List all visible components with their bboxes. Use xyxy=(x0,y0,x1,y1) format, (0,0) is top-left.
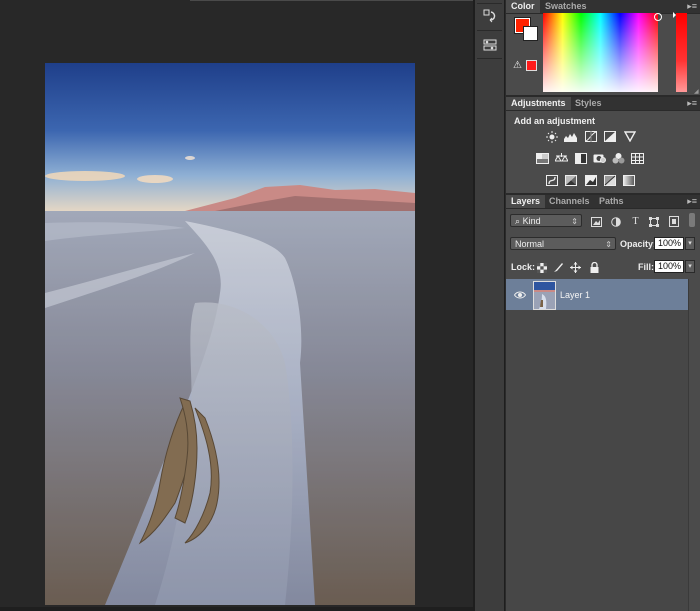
filter-type-layers-icon[interactable]: T xyxy=(630,216,641,227)
chevron-updown-icon: ⇕ xyxy=(571,217,578,226)
web-safe-color-swatch[interactable] xyxy=(526,60,537,71)
tab-adjustments[interactable]: Adjustments xyxy=(506,97,571,110)
document-canvas-area[interactable] xyxy=(0,0,473,611)
channel-mixer-icon[interactable] xyxy=(612,153,625,164)
layers-panel-tabs: Layers Channels Paths ▸≡ xyxy=(506,195,700,209)
gradient-map-icon[interactable] xyxy=(622,175,635,186)
exposure-icon[interactable] xyxy=(603,131,616,142)
curves-icon[interactable] xyxy=(584,131,597,142)
tab-swatches[interactable]: Swatches xyxy=(540,0,592,13)
strip-divider xyxy=(477,3,502,4)
right-panel-dock: Color Swatches ▸≡ ⚠ ◢ Adjustments Styles… xyxy=(506,0,700,611)
eye-icon[interactable] xyxy=(513,290,527,300)
hue-saturation-icon[interactable] xyxy=(536,153,549,164)
lock-position-icon[interactable] xyxy=(570,262,581,273)
search-icon: ⌕ xyxy=(515,216,521,226)
filter-toggle-switch[interactable] xyxy=(689,213,695,227)
color-slider[interactable] xyxy=(676,13,687,92)
strip-divider xyxy=(477,58,502,59)
layers-scrollbar[interactable] xyxy=(688,279,700,611)
selective-color-icon[interactable] xyxy=(603,175,616,186)
tab-color[interactable]: Color xyxy=(506,0,540,13)
tab-paths[interactable]: Paths xyxy=(594,195,629,208)
blend-mode-value: Normal xyxy=(515,239,545,249)
background-color-swatch[interactable] xyxy=(523,26,538,41)
chevron-updown-icon: ⇕ xyxy=(605,240,612,249)
color-picker-marker[interactable] xyxy=(654,13,662,21)
brightness-contrast-icon[interactable] xyxy=(545,130,558,143)
lock-label: Lock: xyxy=(511,262,536,272)
layers-list[interactable] xyxy=(506,279,688,611)
color-panel-tabs: Color Swatches ▸≡ xyxy=(506,0,700,14)
filter-pixel-layers-icon[interactable] xyxy=(591,216,602,227)
adjustments-panel-tabs: Adjustments Styles ▸≡ xyxy=(506,97,700,111)
vibrance-icon[interactable] xyxy=(623,131,636,142)
tab-channels[interactable]: Channels xyxy=(544,195,595,208)
threshold-icon[interactable] xyxy=(584,175,597,186)
color-lookup-icon[interactable] xyxy=(631,153,644,164)
posterize-icon[interactable] xyxy=(564,175,577,186)
properties-icon[interactable] xyxy=(479,35,501,55)
panel-menu-icon[interactable]: ▸≡ xyxy=(687,98,697,109)
photo-filter-icon[interactable] xyxy=(593,153,606,164)
layer-filter-kind-select[interactable]: ⌕ Kind ⇕ xyxy=(510,214,582,227)
layer-name[interactable]: Layer 1 xyxy=(560,290,590,300)
filter-kind-label: Kind xyxy=(522,216,541,226)
adjustments-title: Add an adjustment xyxy=(514,116,596,126)
canvas-top-edge xyxy=(190,0,473,1)
filter-shape-layers-icon[interactable] xyxy=(648,216,659,227)
photo-render xyxy=(45,63,415,605)
lock-transparent-pixels-icon[interactable] xyxy=(536,262,547,273)
history-icon[interactable] xyxy=(479,6,501,26)
opacity-input[interactable]: 100% xyxy=(654,237,684,250)
lock-image-pixels-icon[interactable] xyxy=(553,262,564,273)
black-white-icon[interactable] xyxy=(574,153,587,164)
strip-divider xyxy=(477,30,502,31)
levels-icon[interactable] xyxy=(564,131,577,142)
tab-layers[interactable]: Layers xyxy=(506,195,546,208)
gamut-warning-icon[interactable]: ⚠ xyxy=(513,60,522,71)
opacity-label: Opacity: xyxy=(620,239,657,249)
resize-grip-icon[interactable]: ◢ xyxy=(694,88,699,95)
invert-icon[interactable] xyxy=(545,175,558,186)
lock-all-icon[interactable] xyxy=(589,262,600,273)
fill-label: Fill: xyxy=(638,262,654,272)
color-balance-icon[interactable] xyxy=(555,153,568,164)
collapsed-panel-strip xyxy=(475,0,505,611)
tab-styles[interactable]: Styles xyxy=(570,97,607,110)
layer-row[interactable]: Layer 1 xyxy=(506,279,688,310)
layer-thumbnail xyxy=(533,281,556,310)
panel-menu-icon[interactable]: ▸≡ xyxy=(687,196,697,207)
filter-smart-objects-icon[interactable] xyxy=(668,216,679,227)
blend-mode-select[interactable]: Normal ⇕ xyxy=(510,237,616,250)
document-image[interactable] xyxy=(45,63,415,605)
opacity-dropdown-button[interactable]: ▾ xyxy=(685,237,695,250)
panel-menu-icon[interactable]: ▸≡ xyxy=(687,1,697,12)
fill-dropdown-button[interactable]: ▾ xyxy=(685,260,695,273)
canvas-bottom-edge xyxy=(0,607,473,611)
fill-input[interactable]: 100% xyxy=(654,260,684,273)
filter-adjustment-layers-icon[interactable] xyxy=(610,216,621,227)
color-spectrum-field[interactable] xyxy=(543,13,658,92)
